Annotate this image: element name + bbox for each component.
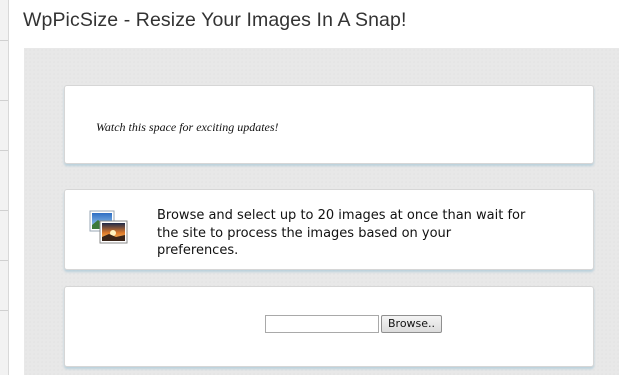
info-text: Browse and select up to 20 images at onc…	[157, 208, 526, 258]
upload-card: Browse..	[64, 286, 594, 367]
page-title: WpPicSize - Resize Your Images In A Snap…	[23, 9, 407, 31]
rail-divider	[0, 210, 8, 211]
left-rail	[0, 0, 9, 375]
rail-divider	[0, 150, 8, 151]
file-upload-control: Browse..	[265, 315, 443, 333]
rail-divider	[0, 310, 8, 311]
notice-card: Watch this space for exciting updates!	[64, 85, 594, 164]
content-panel: Watch this space for exciting updates! B…	[24, 48, 619, 375]
page: WpPicSize - Resize Your Images In A Snap…	[0, 0, 619, 375]
images-icon	[89, 210, 129, 246]
rail-divider	[0, 40, 8, 41]
rail-divider	[0, 260, 8, 261]
browse-button[interactable]: Browse..	[381, 315, 443, 333]
notice-text: Watch this space for exciting updates!	[96, 120, 279, 134]
file-path-input[interactable]	[265, 315, 379, 333]
rail-divider	[0, 100, 8, 101]
info-card: Browse and select up to 20 images at onc…	[64, 189, 594, 270]
